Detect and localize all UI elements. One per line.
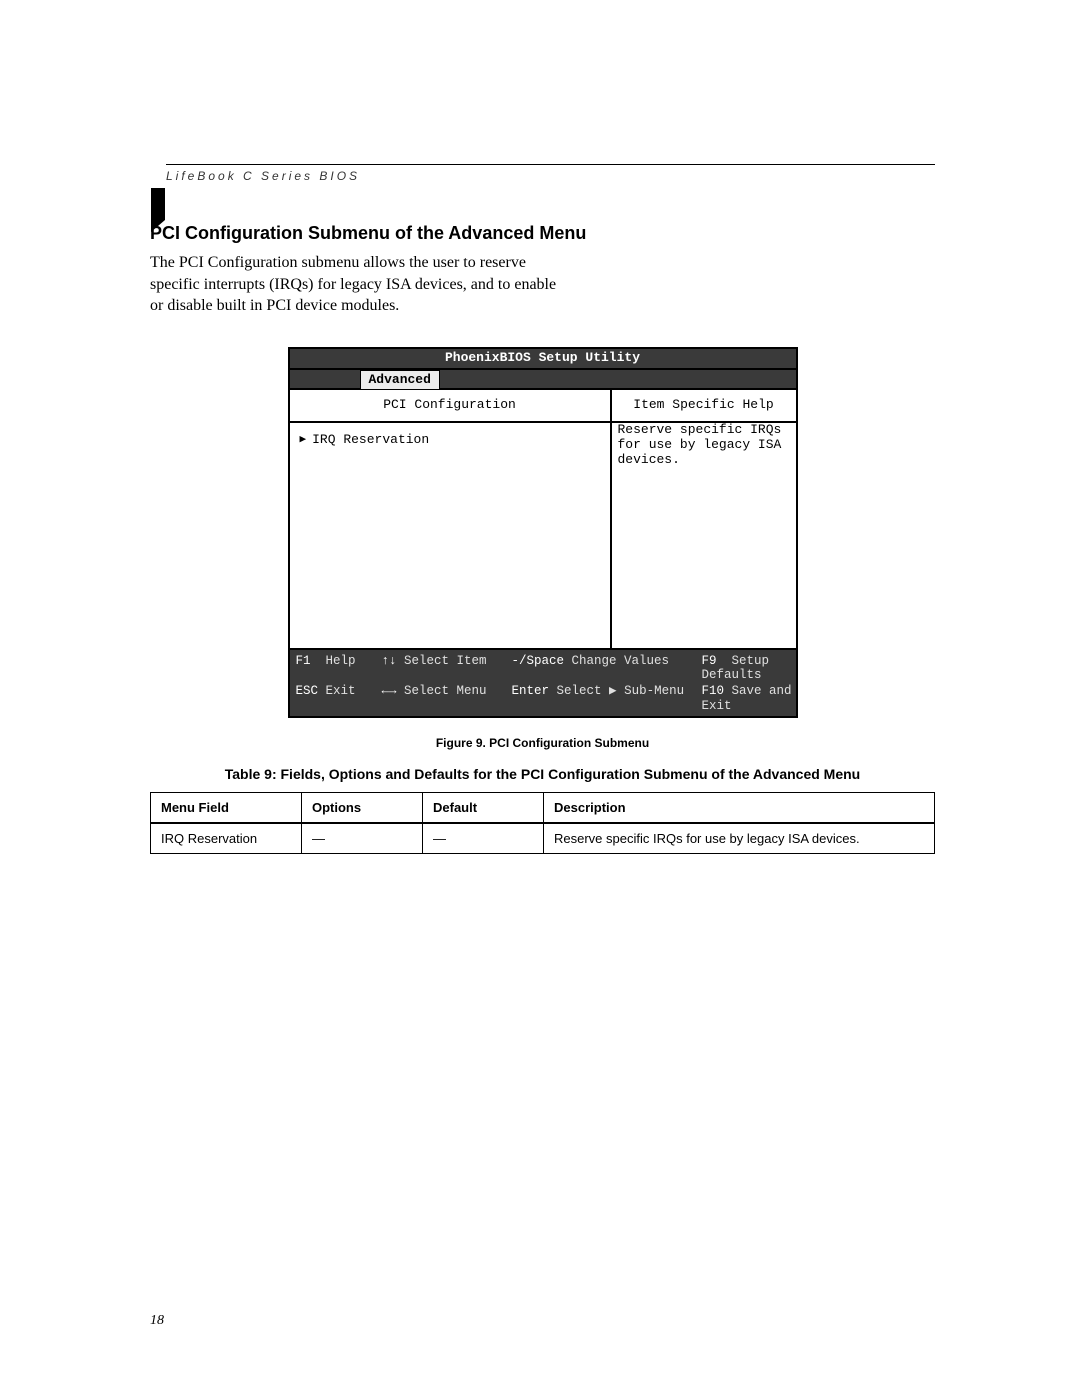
bios-title: PhoenixBIOS Setup Utility: [290, 349, 796, 370]
book-header: LifeBook C Series BIOS: [166, 169, 935, 183]
key-f1: F1: [296, 654, 311, 668]
label-select-submenu: Select ▶ Sub-Menu: [557, 684, 685, 698]
label-select-menu: Select Menu: [404, 684, 487, 698]
cell-description: Reserve specific IRQs for use by legacy …: [544, 823, 935, 854]
bios-item-label: IRQ Reservation: [312, 433, 429, 448]
cell-default: —: [423, 823, 544, 854]
cell-options: —: [302, 823, 423, 854]
label-change-values: Change Values: [572, 654, 670, 668]
th-default: Default: [423, 793, 544, 824]
section-title: PCI Configuration Submenu of the Advance…: [150, 223, 935, 244]
key-enter: Enter: [512, 684, 550, 698]
section-body: The PCI Configuration submenu allows the…: [150, 252, 570, 317]
page-number: 18: [150, 1313, 164, 1329]
key-leftright: ←→: [382, 684, 397, 698]
table-caption: Table 9: Fields, Options and Defaults fo…: [150, 766, 935, 782]
cell-menu-field: IRQ Reservation: [151, 823, 302, 854]
bios-footer: F1 Help ↑↓ Select Item -/Space Change Va…: [290, 650, 796, 717]
bios-item-irq-reservation: ▶ IRQ Reservation: [300, 433, 600, 448]
label-exit: Exit: [326, 684, 356, 698]
th-description: Description: [544, 793, 935, 824]
table-row: IRQ Reservation — — Reserve specific IRQ…: [151, 823, 935, 854]
bios-tab-advanced: Advanced: [360, 370, 440, 389]
label-help: Help: [326, 654, 356, 668]
key-minus-space: -/Space: [512, 654, 565, 668]
key-esc: ESC: [296, 684, 319, 698]
bios-screenshot: PhoenixBIOS Setup Utility Advanced PCI C…: [288, 347, 798, 718]
bios-right-heading: Item Specific Help: [612, 390, 796, 423]
bios-left-heading: PCI Configuration: [290, 390, 610, 423]
submenu-indicator-icon: ▶: [300, 434, 307, 447]
key-f9: F9: [702, 654, 717, 668]
bios-help-text: Reserve specific IRQs for use by legacy …: [612, 423, 796, 648]
fields-table: Menu Field Options Default Description I…: [150, 792, 935, 854]
key-f10: F10: [702, 684, 725, 698]
key-updown: ↑↓: [382, 654, 397, 668]
label-select-item: Select Item: [404, 654, 487, 668]
th-menu-field: Menu Field: [151, 793, 302, 824]
th-options: Options: [302, 793, 423, 824]
figure-caption: Figure 9. PCI Configuration Submenu: [288, 736, 798, 750]
bios-menubar: Advanced: [290, 370, 796, 390]
